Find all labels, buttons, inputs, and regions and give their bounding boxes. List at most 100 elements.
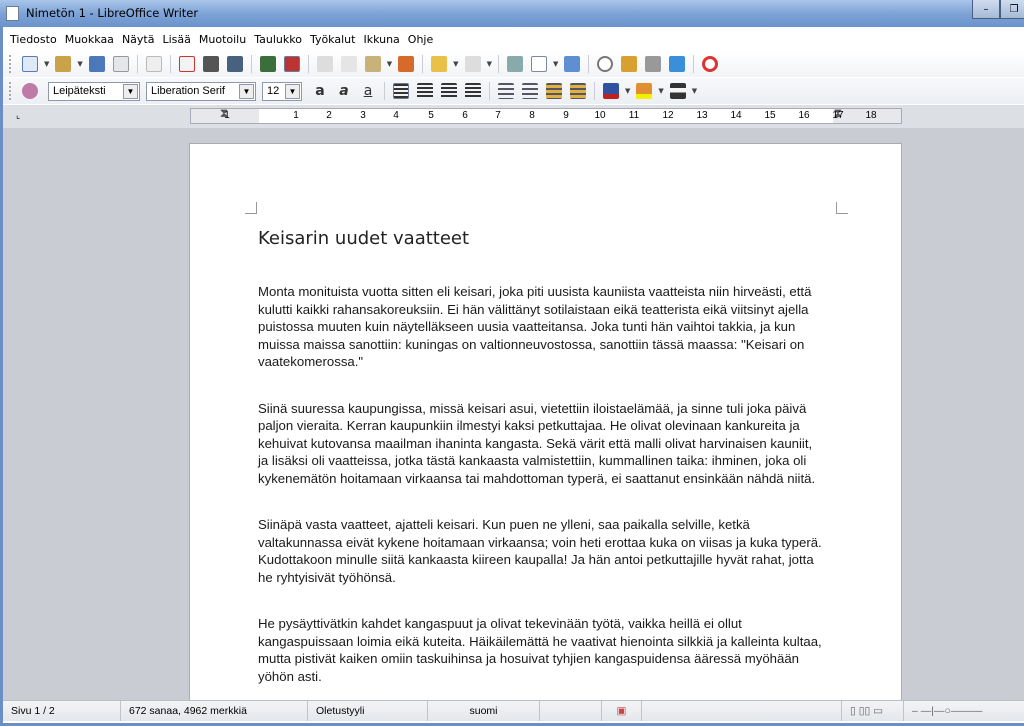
menu-tools[interactable]: Työkalut [310,33,356,46]
font-name-value: Liberation Serif [151,85,225,97]
tab-type-icon[interactable]: ⌞ [16,111,20,121]
text-line: Monta monituista vuotta sitten eli keisa… [258,284,812,299]
paragraph: Siinäpä vasta vaatteet, ajatteli keisari… [258,516,858,586]
redo-icon[interactable] [464,56,481,72]
zoom-slider[interactable]: – —|—○——— [904,701,1024,721]
decrease-indent-icon[interactable] [546,83,562,99]
formatting-marks-icon[interactable] [669,56,686,72]
page-style[interactable]: Oletustyyli [308,701,428,721]
menu-table[interactable]: Taulukko [254,33,302,46]
ruler-label: 14 [730,110,742,121]
toolbar-grip[interactable] [9,82,12,100]
status-bar: Sivu 1 / 2 672 sanaa, 4962 merkkiä Oletu… [3,700,1024,721]
underline-icon[interactable]: a [360,83,376,99]
menu-edit[interactable]: Muokkaa [65,33,114,46]
separator [169,55,171,73]
paste-icon[interactable] [364,56,381,72]
text-line: muissa maissa sanottiin: kuningas on val… [258,336,805,352]
cut-icon[interactable] [316,56,333,72]
menu-view[interactable]: Näytä [122,33,155,46]
font-size-value: 12 [267,85,280,97]
spellcheck-icon[interactable] [259,56,276,72]
chevron-down-icon[interactable]: ▼ [285,83,300,99]
increase-indent-icon[interactable] [570,83,586,99]
numbering-icon[interactable] [498,83,514,99]
autospellcheck-icon[interactable] [283,56,300,72]
edit-file-icon[interactable] [145,56,162,72]
gallery-icon[interactable] [621,56,638,72]
copy-icon[interactable] [340,56,357,72]
toolbar-grip[interactable] [9,55,12,73]
justify-icon[interactable] [465,83,481,99]
word-count[interactable]: 672 sanaa, 4962 merkkiä [121,701,308,721]
print-preview-icon[interactable] [226,56,243,72]
help-icon[interactable] [702,56,719,72]
background-color-icon[interactable] [669,83,686,99]
new-dropdown-arrow[interactable]: ▼ [44,60,49,68]
ruler-label: 12 [662,110,674,121]
paragraph-style-select[interactable]: Leipäteksti ▼ [48,81,140,101]
maximize-button[interactable]: ❐ [1000,0,1024,19]
separator [489,82,490,100]
new-document-icon[interactable] [22,56,38,72]
menu-format[interactable]: Muotoilu [199,33,246,46]
document-page[interactable]: Keisarin uudet vaatteet Monta monituista… [189,143,902,700]
open-dropdown-arrow[interactable]: ▼ [77,60,82,68]
page-count[interactable]: Sivu 1 / 2 [3,701,121,721]
print-icon[interactable] [202,56,219,72]
ruler-label: 5 [428,110,434,121]
menu-bar: Tiedosto Muokkaa Näytä Lisää Muotoilu Ta… [3,27,1024,51]
bold-icon[interactable]: a [312,83,328,99]
email-icon[interactable] [112,56,129,72]
font-name-select[interactable]: Liberation Serif ▼ [146,81,256,101]
navigator-icon[interactable] [597,56,614,72]
document-body[interactable]: Monta monituista vuotta sitten eli keisa… [258,283,858,700]
show-draw-functions-icon[interactable] [564,56,581,72]
table-icon[interactable] [530,56,547,72]
open-folder-icon[interactable] [55,56,72,72]
redo-dropdown-arrow[interactable]: ▼ [487,60,492,68]
undo-dropdown-arrow[interactable]: ▼ [453,60,458,68]
text-line: mutta pistivät kaiken omiin taskuihinsa … [258,651,799,666]
insert-mode[interactable] [540,701,602,721]
highlight-dropdown-arrow[interactable]: ▼ [658,87,663,95]
horizontal-ruler[interactable]: ⧗ ⧗ 1 1 2 3 4 5 6 7 8 9 10 11 12 13 14 15 16 17 18 [190,106,902,124]
menu-window[interactable]: Ikkuna [363,33,399,46]
italic-icon[interactable]: a [336,83,352,99]
minimize-button[interactable]: – [972,0,1000,19]
chevron-down-icon[interactable]: ▼ [123,83,138,99]
data-sources-icon[interactable] [645,56,662,72]
menu-file[interactable]: Tiedosto [10,33,57,46]
font-color-icon[interactable] [603,83,619,99]
document-heading: Keisarin uudet vaatteet [258,228,470,249]
bullets-icon[interactable] [522,83,538,99]
align-right-icon[interactable] [441,83,457,99]
paste-dropdown-arrow[interactable]: ▼ [387,60,392,68]
chevron-down-icon[interactable]: ▼ [239,83,254,99]
text-line: valtakunnassa eivät kykene hoitamaan vir… [258,534,822,550]
align-left-icon[interactable] [393,83,409,99]
export-pdf-icon[interactable] [178,56,195,72]
styles-formatting-icon[interactable] [22,83,38,99]
font-size-select[interactable]: 12 ▼ [262,81,302,101]
highlighting-icon[interactable] [636,83,653,99]
save-icon[interactable] [88,56,105,72]
align-center-icon[interactable] [417,83,433,99]
menu-help[interactable]: Ohje [408,33,433,46]
view-layout-icons[interactable]: ▯ ▯▯ ▭ [842,701,904,721]
undo-icon[interactable] [431,56,448,72]
clone-formatting-icon[interactable] [398,56,415,72]
digital-signature[interactable] [642,701,842,721]
paragraph: He pysäyttivätkin kahdet kangaspuut ja o… [258,615,858,685]
font-color-dropdown-arrow[interactable]: ▼ [625,87,630,95]
separator [250,55,252,73]
document-modified-icon[interactable]: ▣ [602,701,642,721]
table-dropdown-arrow[interactable]: ▼ [553,60,558,68]
language[interactable]: suomi [428,701,540,721]
text-line: Kudottakoon minulle siitä kankaasta kiir… [258,552,814,567]
hyperlink-icon[interactable] [506,56,523,72]
background-dropdown-arrow[interactable]: ▼ [692,87,697,95]
menu-insert[interactable]: Lisää [162,33,190,46]
separator [307,55,309,73]
ruler-label: 11 [628,110,640,121]
